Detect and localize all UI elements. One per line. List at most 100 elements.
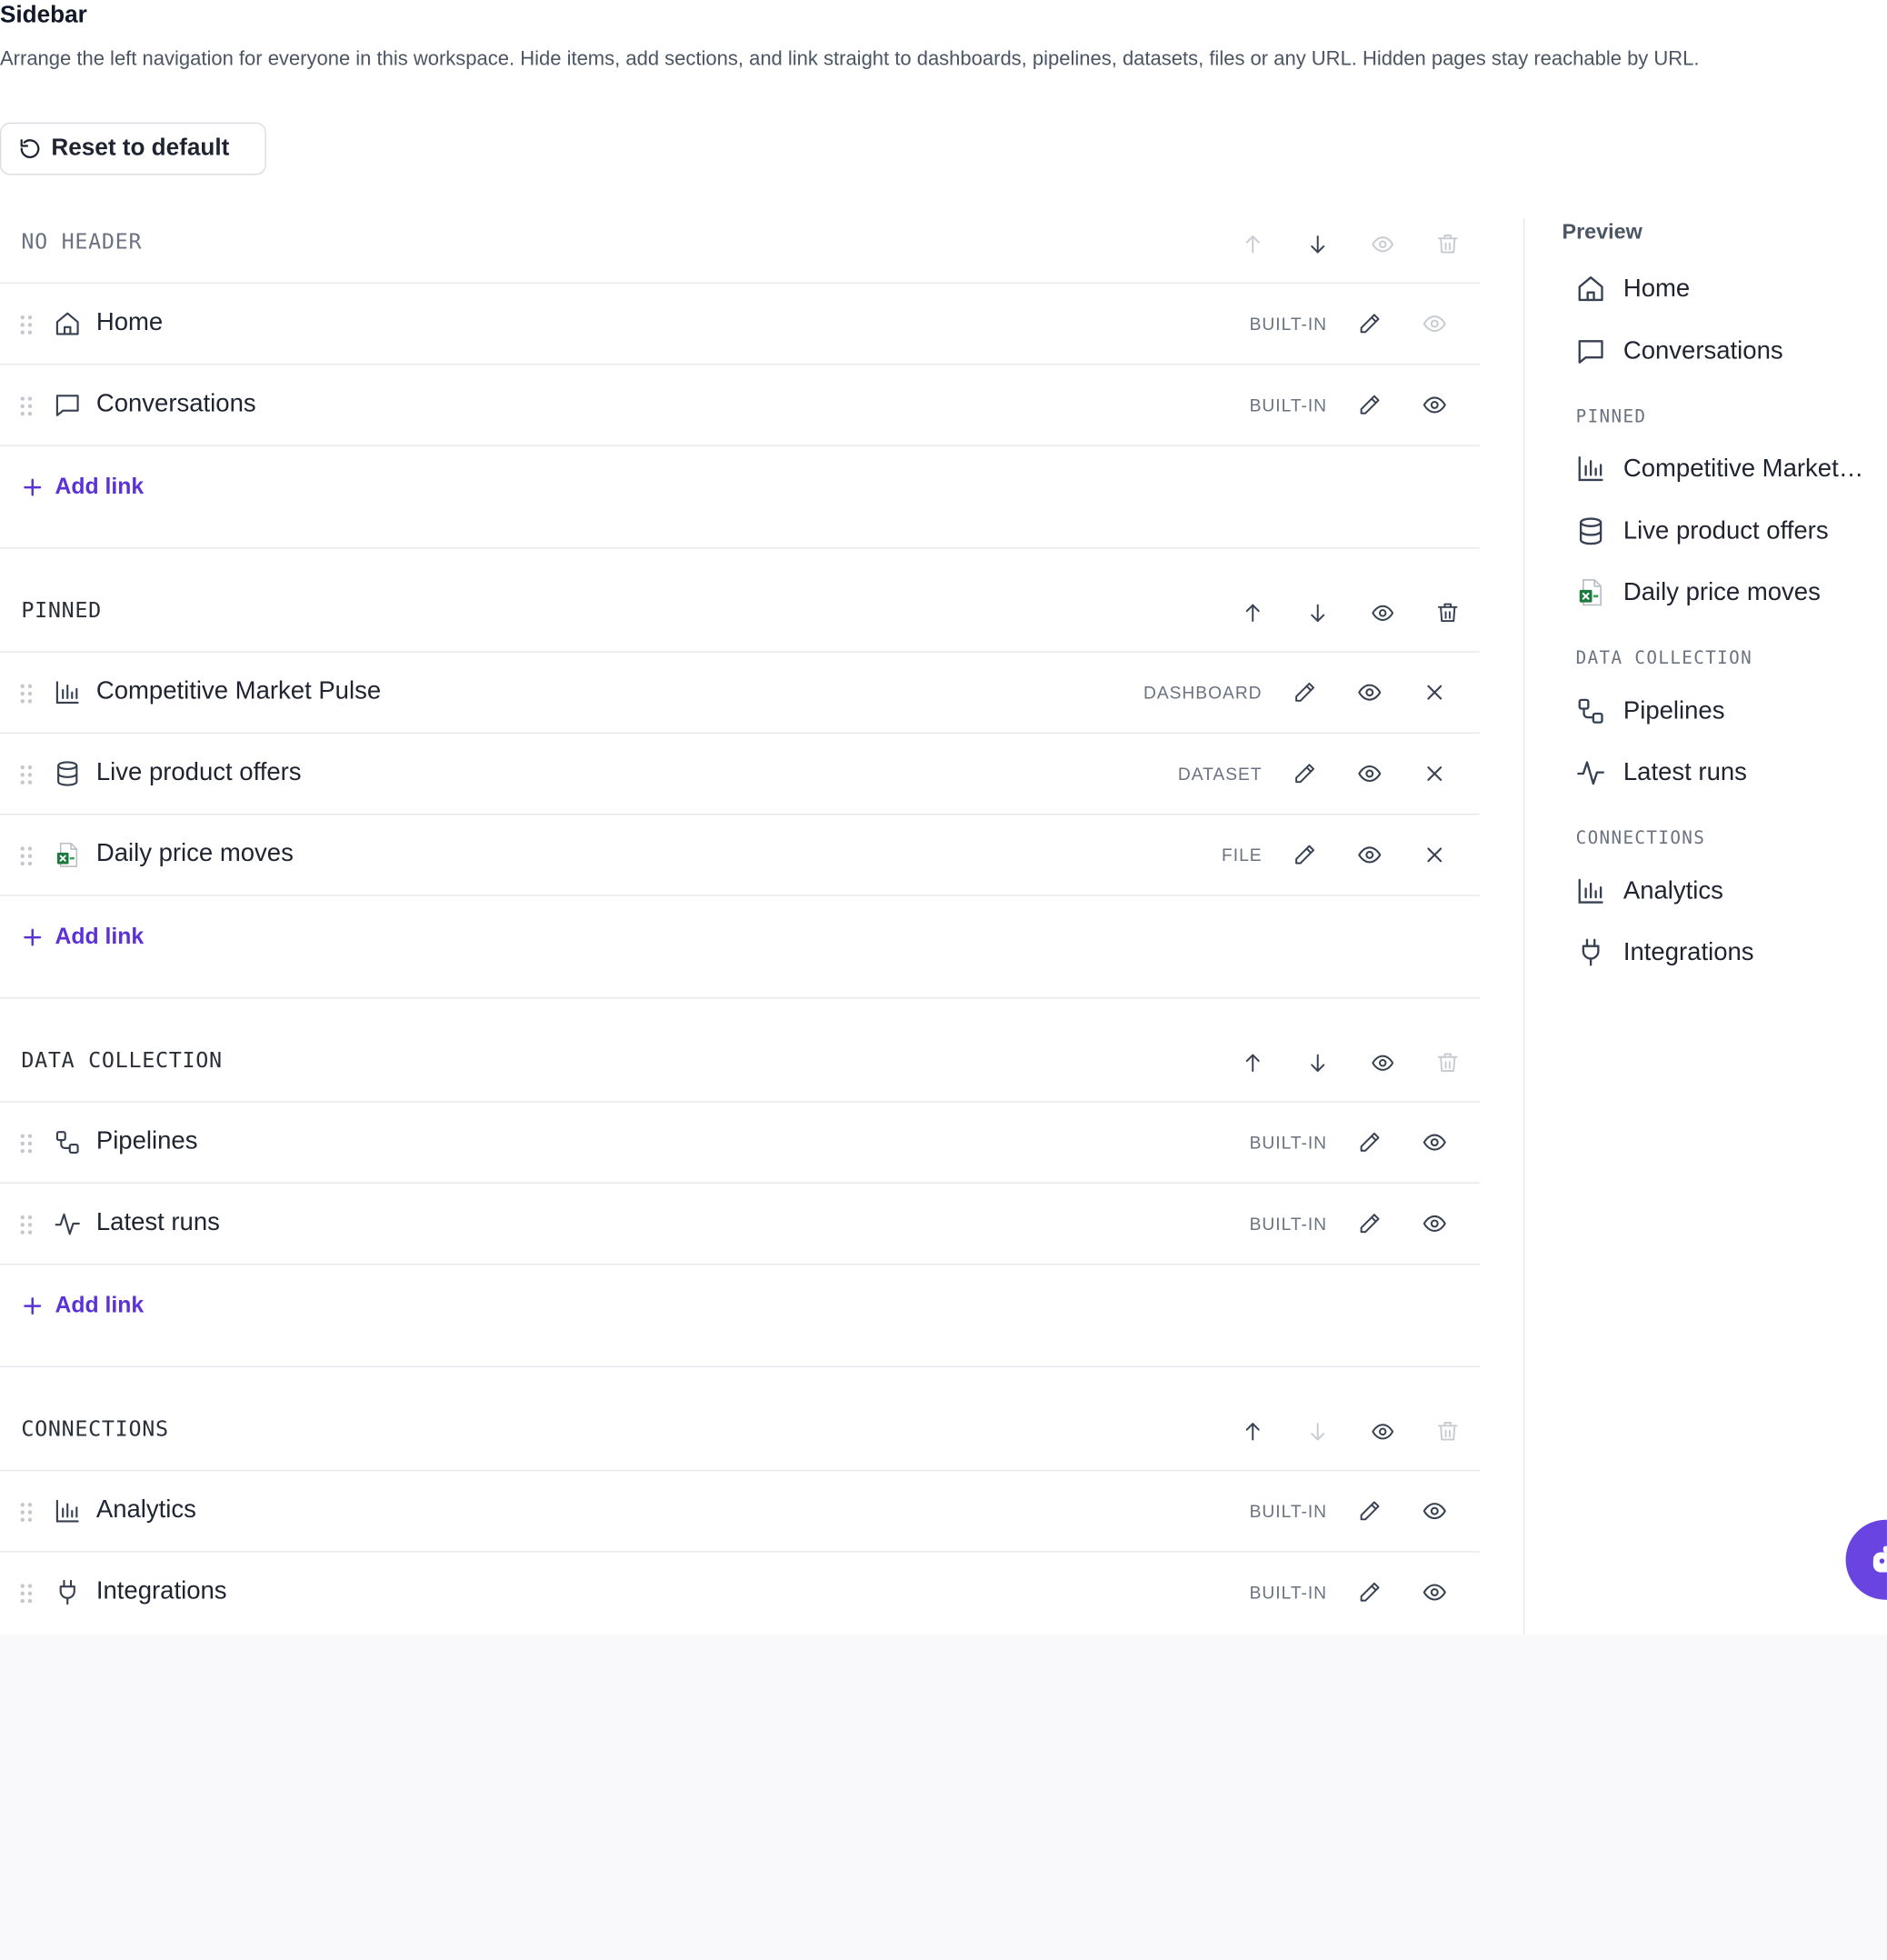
edit-item-button[interactable] [1273,837,1337,872]
move-down-button[interactable] [1284,1046,1349,1079]
drag-handle-icon[interactable] [19,1133,34,1155]
eye-icon [1423,1503,1446,1520]
section-connections: CONNECTIONS Analytics BUILT-IN Integrati… [0,1367,1480,1634]
toggle-visibility-button[interactable] [1337,837,1402,872]
toggle-visibility-button[interactable] [1403,1575,1467,1609]
toggle-visibility-button[interactable] [1403,306,1467,341]
add-link-button[interactable]: Add link [23,1293,144,1319]
toggle-visibility-button[interactable] [1403,387,1467,422]
preview-item-integrations[interactable]: Integrations [1576,937,1754,967]
sidebar-item-home[interactable]: Home BUILT-IN [0,284,1480,365]
drag-handle-icon[interactable] [19,683,34,705]
drag-handle-icon[interactable] [19,314,34,336]
plus-icon [24,1296,42,1315]
toggle-visibility-button[interactable] [1337,756,1402,791]
reset-to-default-button[interactable]: Reset to default [0,122,266,175]
edit-item-button[interactable] [1337,1125,1402,1159]
delete-section-button[interactable] [1414,1415,1479,1447]
delete-section-button[interactable] [1414,596,1479,629]
move-down-button[interactable] [1284,596,1349,629]
preview-item-analytics[interactable]: Analytics [1576,876,1723,906]
drag-handle-icon[interactable] [19,1214,34,1236]
eye-icon [1423,315,1446,333]
edit-item-button[interactable] [1337,1206,1402,1241]
move-down-button[interactable] [1284,227,1349,260]
eye-icon [1371,235,1393,252]
edit-item-button[interactable] [1337,1494,1402,1528]
assistant-chat-button[interactable] [1845,1519,1887,1600]
sidebar-item-pipelines[interactable]: Pipelines BUILT-IN [0,1103,1480,1184]
edit-item-button[interactable] [1337,306,1402,341]
eye-icon [1371,1423,1393,1439]
item-type-badge: BUILT-IN [1249,1132,1328,1153]
toggle-visibility-button[interactable] [1350,596,1414,629]
excel-file-icon [1579,579,1602,606]
pencil-icon [1360,395,1380,415]
move-down-button[interactable] [1284,1415,1349,1447]
item-label: Live product offers [95,758,302,786]
remove-item-button[interactable] [1403,675,1467,709]
toggle-visibility-button[interactable] [1337,675,1402,709]
section-no-header: NO HEADER Home BUILT-IN Conversations BU… [0,203,1480,549]
sidebar-item-daily-price-moves[interactable]: Daily price moves FILE [0,815,1480,896]
sidebar-item-conversations[interactable]: Conversations BUILT-IN [0,365,1480,446]
toggle-visibility-button[interactable] [1350,227,1414,260]
preview-item-pipelines[interactable]: Pipelines [1576,696,1725,726]
toggle-visibility-button[interactable] [1403,1206,1467,1241]
preview-item-daily-price-moves[interactable]: Daily price moves [1576,577,1821,607]
settings-panel: Sidebar Arrange the left navigation for … [0,0,1887,1635]
item-type-badge: DATASET [1177,764,1263,784]
drag-handle-icon[interactable] [19,1582,34,1605]
plus-icon [24,927,42,945]
toggle-visibility-button[interactable] [1403,1125,1467,1159]
preview-item-label: Competitive Market… [1622,454,1864,482]
section-header: NO HEADER [0,203,1480,285]
edit-item-button[interactable] [1337,1575,1402,1609]
preview-item-label: Latest runs [1622,757,1747,786]
pencil-icon [1295,682,1315,702]
preview-item-home[interactable]: Home [1576,274,1690,304]
move-up-button[interactable] [1220,596,1284,629]
preview-item-latest-runs[interactable]: Latest runs [1576,757,1747,787]
arrow-up-icon [1245,1422,1260,1440]
drag-handle-icon[interactable] [19,764,34,786]
delete-section-button[interactable] [1414,1046,1479,1079]
preview-item-label: Daily price moves [1622,577,1821,606]
move-up-button[interactable] [1220,227,1284,260]
sidebar-item-live-product-offers[interactable]: Live product offers DATASET [0,734,1480,815]
preview-item-live-product-offers[interactable]: Live product offers [1576,516,1829,546]
plug-icon [1582,938,1600,966]
delete-section-button[interactable] [1414,227,1479,260]
bar-chart-icon [55,1499,79,1523]
eye-icon [1371,1054,1393,1071]
toggle-visibility-button[interactable] [1350,1046,1414,1079]
toggle-visibility-button[interactable] [1350,1415,1414,1447]
remove-item-button[interactable] [1403,837,1467,872]
move-up-button[interactable] [1220,1046,1284,1079]
toggle-visibility-button[interactable] [1403,1494,1467,1528]
pencil-icon [1360,1214,1380,1234]
add-link-button[interactable]: Add link [23,474,144,500]
sidebar-item-integrations[interactable]: Integrations BUILT-IN [0,1553,1480,1634]
drag-handle-icon[interactable] [19,845,34,867]
preview-item-label: Pipelines [1622,696,1725,725]
remove-item-button[interactable] [1403,756,1467,791]
add-link-button[interactable]: Add link [23,924,144,950]
edit-item-button[interactable] [1273,756,1337,791]
pencil-icon [1295,845,1315,865]
preview-item-competitive-market-pulse[interactable]: Competitive Market… [1576,454,1864,484]
close-icon [1427,685,1443,700]
sidebar-item-competitive-market-pulse[interactable]: Competitive Market Pulse DASHBOARD [0,653,1480,735]
bot-icon [1872,1545,1887,1573]
drag-handle-icon[interactable] [19,1501,34,1524]
preview-item-conversations[interactable]: Conversations [1576,336,1783,366]
drag-handle-icon[interactable] [19,395,34,417]
move-up-button[interactable] [1220,1415,1284,1447]
edit-item-button[interactable] [1273,675,1337,709]
preview-section-title: PINNED [1575,407,1647,428]
edit-item-button[interactable] [1337,387,1402,422]
pencil-icon [1360,1501,1380,1521]
sidebar-item-analytics[interactable]: Analytics BUILT-IN [0,1471,1480,1553]
sidebar-item-latest-runs[interactable]: Latest runs BUILT-IN [0,1184,1480,1265]
pencil-icon [1360,314,1380,334]
